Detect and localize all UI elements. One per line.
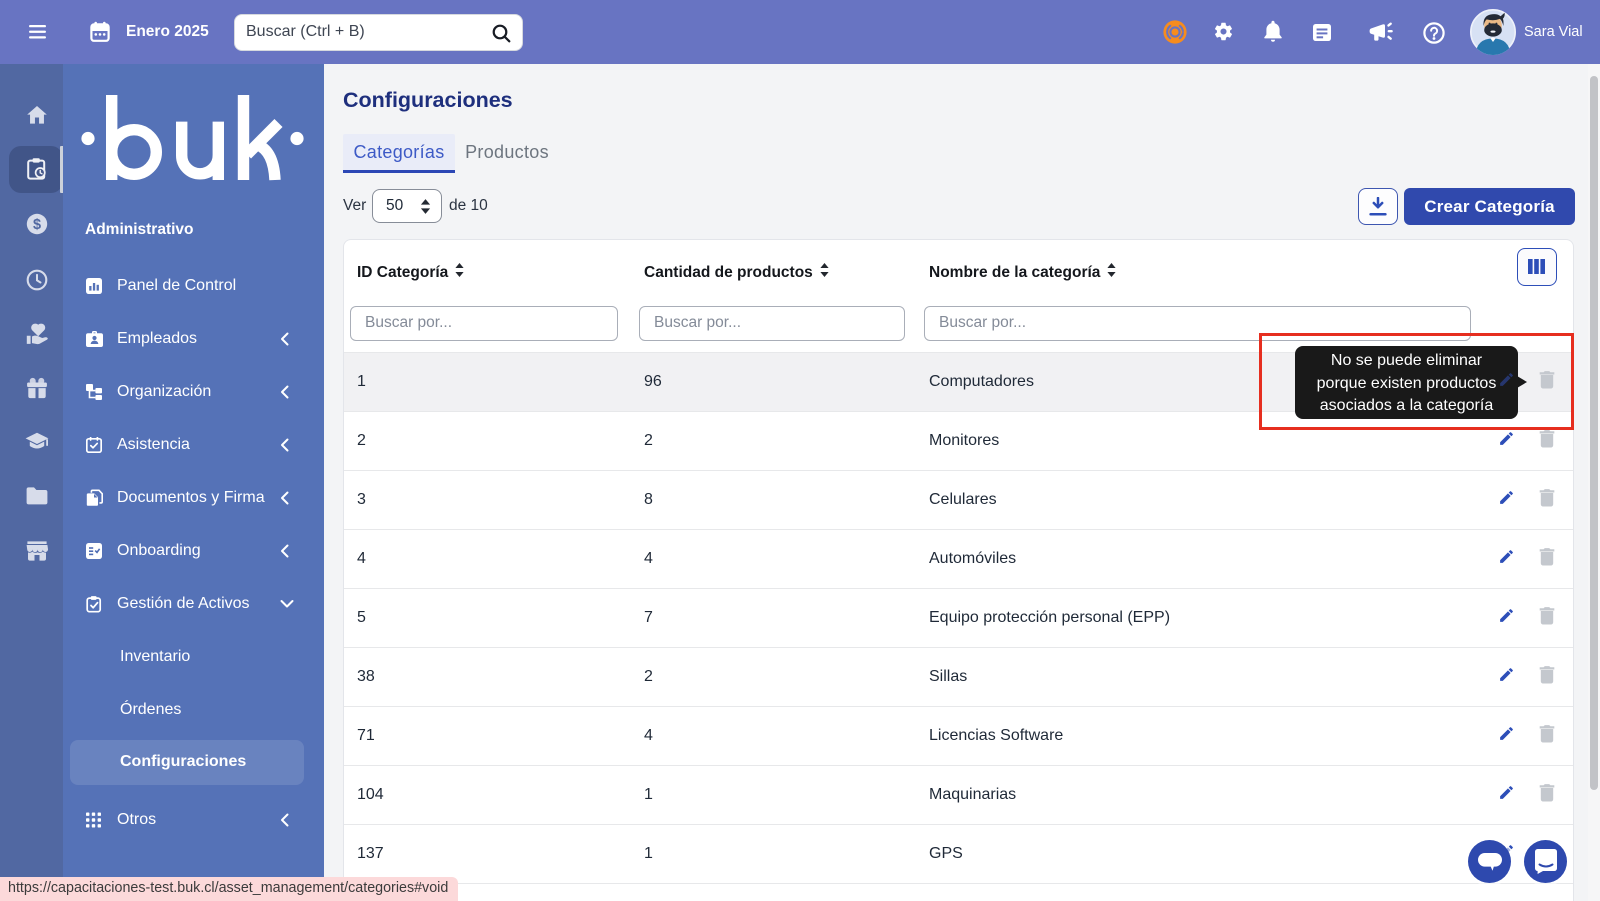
svg-text:$: $ [33, 217, 41, 233]
